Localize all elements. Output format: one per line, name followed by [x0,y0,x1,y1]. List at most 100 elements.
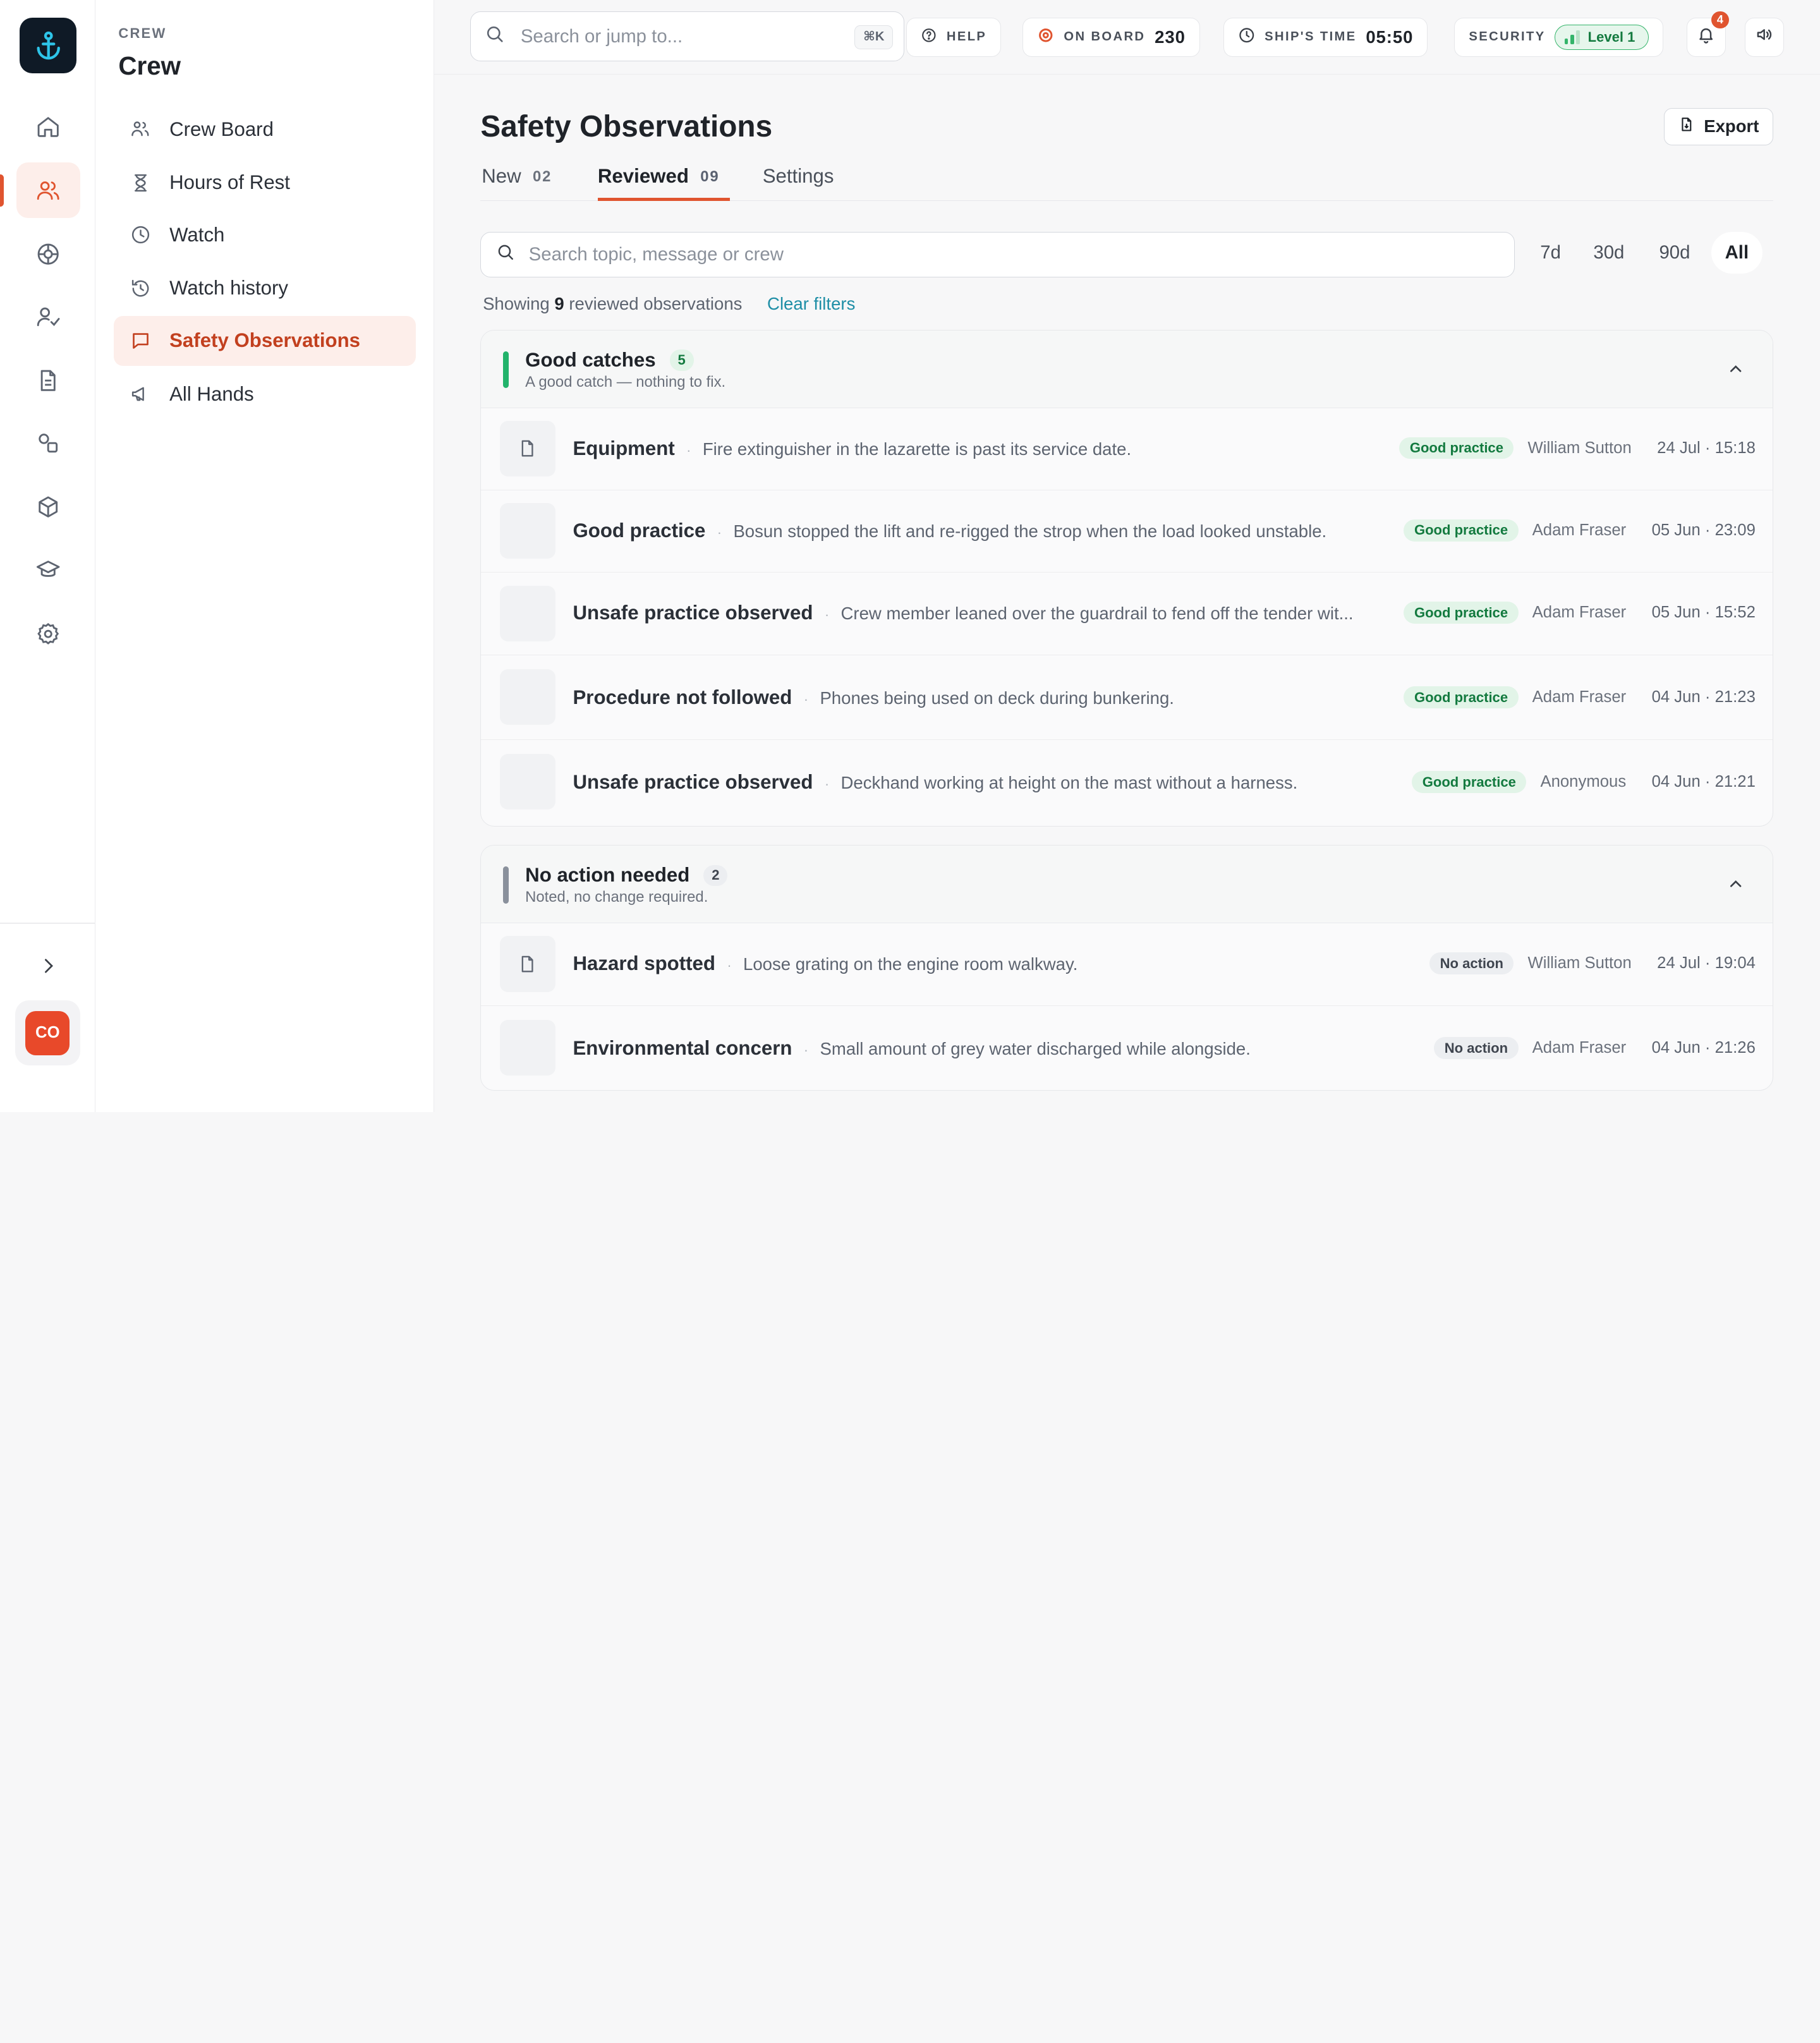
range-7d[interactable]: 7d [1526,232,1575,274]
help-circle-icon [921,27,937,47]
observation-search-placeholder: Search topic, message or crew [528,244,784,265]
document-icon[interactable] [16,353,80,408]
observation-author: Adam Fraser [1532,688,1627,706]
observation-row[interactable]: Unsafe practice observed · Crew member l… [481,573,1773,655]
status-badge: Good practice [1412,771,1527,794]
status-badge: No action [1434,1037,1519,1060]
tab-settings[interactable]: Settings [763,165,834,201]
observation-search-input[interactable]: Search topic, message or crew [480,232,1515,277]
observation-author: Adam Fraser [1532,521,1627,539]
file-icon [521,955,533,973]
chevron-up-icon[interactable] [1726,360,1745,383]
observation-message: Bosun stopped the lift and re-rigged the… [733,521,1327,541]
ships-time-chip[interactable]: SHIP'S TIME 05:50 [1223,17,1428,57]
range-all[interactable]: All [1711,232,1763,274]
cube-icon[interactable] [16,480,80,535]
anchor-logo-icon[interactable] [20,17,77,73]
observation-row[interactable]: Environmental concern · Small amount of … [481,1006,1773,1091]
ships-time-label: SHIP'S TIME [1265,30,1357,44]
attachment-thumbnail [499,753,555,810]
observation-meta: Good practice Adam Fraser 05 Jun · 23:09 [1404,519,1756,542]
on-board-chip[interactable]: ON BOARD 230 [1022,17,1200,57]
range-30d[interactable]: 30d [1579,232,1638,274]
nav-item-watch-history[interactable]: Watch history [114,264,416,313]
results-prefix: Showing [483,293,550,313]
help-label: HELP [946,30,987,44]
group-header[interactable]: Good catches 5 A good catch — nothing to… [481,330,1773,408]
group-count: 5 [669,349,694,371]
observation-topic: Unsafe practice observed [573,771,813,794]
security-label: SECURITY [1469,30,1546,44]
settings-icon[interactable] [16,606,80,662]
notifications-button[interactable]: 4 [1686,11,1729,57]
clock-icon [1238,27,1256,48]
observation-row[interactable]: Good practice · Bosun stopped the lift a… [481,490,1773,573]
help-button[interactable]: HELP [906,17,1002,57]
chevron-up-icon[interactable] [1726,875,1745,898]
attachment-thumbnail [499,420,555,477]
nav-item-watch[interactable]: Watch [114,210,416,260]
speaker-icon [1755,25,1773,49]
home-icon[interactable] [16,99,80,154]
global-search-placeholder: Search or jump to... [520,25,683,47]
observation-row[interactable]: Unsafe practice observed · Deckhand work… [481,740,1773,826]
signal-bars-icon [1564,30,1580,44]
export-button[interactable]: Export [1663,107,1774,145]
user-check-icon[interactable] [16,289,80,344]
observation-row[interactable]: Equipment · Fire extinguisher in the laz… [481,408,1773,491]
security-level-value: Level 1 [1587,28,1635,45]
observation-text: Procedure not followed · Phones being us… [573,686,1174,709]
separator-dot: · [803,691,809,708]
crew-icon[interactable] [16,162,80,219]
history-icon [130,278,151,299]
status-badge: No action [1429,952,1514,974]
group-title: Good catches 5 [525,349,694,372]
observation-topic: Equipment [573,437,675,459]
observation-row[interactable]: Procedure not followed · Phones being us… [481,655,1773,740]
group-title-text: No action needed [525,864,690,887]
observation-topic: Unsafe practice observed [573,602,813,624]
graduation-cap-icon[interactable] [16,542,80,598]
observation-timestamp: 24 Jul · 15:18 [1657,439,1756,457]
status-badge: Good practice [1404,602,1519,624]
file-icon [521,440,533,457]
observation-topic: Environmental concern [573,1037,792,1060]
observation-author: William Sutton [1527,439,1632,457]
group-count: 2 [703,864,728,886]
lifebuoy-icon [1037,27,1055,48]
observation-row[interactable]: Hazard spotted · Loose grating on the en… [481,923,1773,1006]
global-search-input[interactable]: Search or jump to... ⌘K [470,11,904,62]
group-header[interactable]: No action needed 2 Noted, no change requ… [481,846,1773,924]
tab-count: 02 [533,168,552,186]
observation-author: Adam Fraser [1532,1039,1627,1057]
tab-bar: New 02 Reviewed 09 Settings [480,160,1774,201]
rail-divider [0,923,95,924]
security-chip[interactable]: SECURITY Level 1 [1454,17,1663,57]
tab-new[interactable]: New 02 [482,165,552,201]
page-title: Safety Observations [480,109,773,143]
nav-item-crew-board[interactable]: Crew Board [114,104,416,154]
attachment-thumbnail [499,669,555,725]
expand-chevron-icon[interactable] [16,938,80,993]
separator-dot: · [717,524,722,540]
clear-filters-link[interactable]: Clear filters [767,294,855,314]
date-range-selector: 7d 30d 90d All [1526,232,1763,274]
shapes-icon[interactable] [16,416,80,471]
observation-text: Environmental concern · Small amount of … [573,1037,1250,1060]
nav-item-hours-of-rest[interactable]: Hours of Rest [114,158,416,208]
lifebuoy-icon[interactable] [16,226,80,282]
range-90d[interactable]: 90d [1645,232,1704,274]
tab-reviewed[interactable]: Reviewed 09 [597,165,730,201]
user-avatar-button[interactable]: CO [15,1000,80,1066]
observation-timestamp: 04 Jun · 21:21 [1651,773,1756,791]
observation-meta: Good practice Adam Fraser 05 Jun · 15:52 [1404,602,1756,624]
group-accent-bar [503,351,509,389]
search-icon [496,243,514,266]
observation-message: Deckhand working at height on the mast w… [840,773,1298,793]
results-summary: Showing 9 reviewed observations [483,294,742,314]
nav-item-safety-observations[interactable]: Safety Observations [113,315,416,366]
observation-text: Unsafe practice observed · Deckhand work… [573,771,1297,794]
announce-button[interactable] [1744,17,1784,57]
nav-item-all-hands[interactable]: All Hands [114,369,416,419]
security-level-pill: Level 1 [1555,24,1649,50]
